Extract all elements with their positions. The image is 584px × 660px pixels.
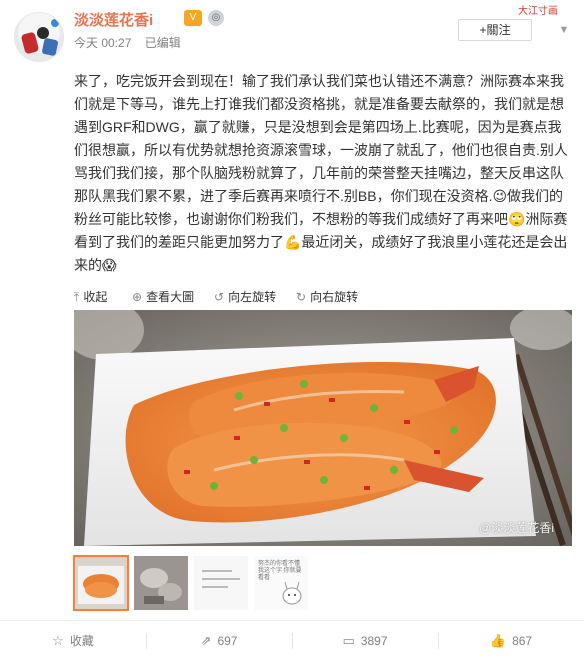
action-bar: ☆ 收藏 ⇗ 697 ▭ 3897 👍 867 — [0, 621, 584, 660]
edited-label[interactable]: 已编辑 — [145, 36, 181, 50]
rotate-right-button[interactable]: ↻ 向右旋转 — [296, 288, 358, 305]
medal-badge-icon[interactable]: ◎ — [208, 10, 224, 26]
comment-button[interactable]: ▭ 3897 — [292, 621, 438, 660]
collapse-label: 收起 — [83, 290, 108, 304]
thumbs-up-icon: 👍 — [489, 633, 507, 648]
rotate-left-icon: ↺ — [214, 290, 225, 304]
repost-count: 697 — [217, 634, 238, 648]
avatar-shape — [41, 37, 59, 57]
rotate-right-label: 向右旋转 — [310, 290, 359, 304]
like-count: 867 — [512, 634, 533, 648]
image-watermark: @淡淡莲花香i — [479, 521, 554, 535]
collapse-icon: ⤒ — [74, 290, 80, 304]
chevron-down-icon[interactable]: ▼ — [558, 24, 570, 36]
comment-icon: ▭ — [342, 633, 355, 648]
food-photo — [74, 310, 572, 546]
like-button[interactable]: 👍 867 — [438, 621, 584, 660]
thumbnail-1[interactable] — [73, 555, 129, 611]
repost-icon: ⇗ — [200, 633, 212, 648]
collapse-button[interactable]: ⤒ 收起 — [74, 288, 107, 305]
thumbnail-3[interactable] — [194, 556, 248, 610]
thumbnail-image — [194, 556, 248, 610]
avatar-shape — [51, 19, 59, 27]
view-large-button[interactable]: ⊕ 查看大圖 — [132, 288, 194, 305]
zoom-icon: ⊕ — [132, 290, 143, 304]
post-meta: 今天 00:27 已编辑 — [74, 34, 191, 51]
follow-button[interactable]: +關注 — [458, 19, 532, 41]
rotate-left-label: 向左旋转 — [228, 290, 277, 304]
view-large-label: 查看大圖 — [146, 290, 195, 304]
thumbnail-note: 努杰的你看不懂我这个字 你就要看看 — [258, 561, 302, 581]
weibo-post: 淡淡莲花香i V ◎ 今天 00:27 已编辑 大江寸画 +關注 ▼ 来了，吃完… — [0, 0, 584, 660]
star-icon: ☆ — [52, 633, 64, 648]
rotate-right-icon: ↻ — [296, 290, 307, 304]
username-link[interactable]: 淡淡莲花香i — [74, 9, 153, 30]
favorite-button[interactable]: ☆ 收藏 — [0, 621, 146, 660]
thumbnail-2[interactable] — [134, 556, 188, 610]
thumbnail-4[interactable]: 努杰的你看不懂我这个字 你就要看看 — [254, 556, 308, 610]
favorite-label: 收藏 — [69, 634, 94, 648]
thumbnail-image — [74, 556, 128, 610]
comment-count: 3897 — [360, 634, 388, 648]
post-time[interactable]: 今天 00:27 — [74, 36, 131, 50]
rotate-left-button[interactable]: ↺ 向左旋转 — [214, 288, 276, 305]
thumbnail-image — [134, 556, 188, 610]
post-image[interactable]: @淡淡莲花香i — [74, 310, 572, 546]
avatar-shape — [37, 27, 49, 39]
vip-badge-icon[interactable]: V — [184, 10, 202, 26]
post-text: 来了，吃完饭开会到现在！输了我们承认我们菜也认错还不满意？洲际赛本来我们就是下等… — [74, 73, 568, 273]
media-toolbar: ⤒ 收起 ⊕ 查看大圖 ↺ 向左旋转 ↻ 向右旋转 — [74, 284, 572, 308]
avatar[interactable] — [14, 12, 64, 62]
repost-button[interactable]: ⇗ 697 — [146, 621, 292, 660]
